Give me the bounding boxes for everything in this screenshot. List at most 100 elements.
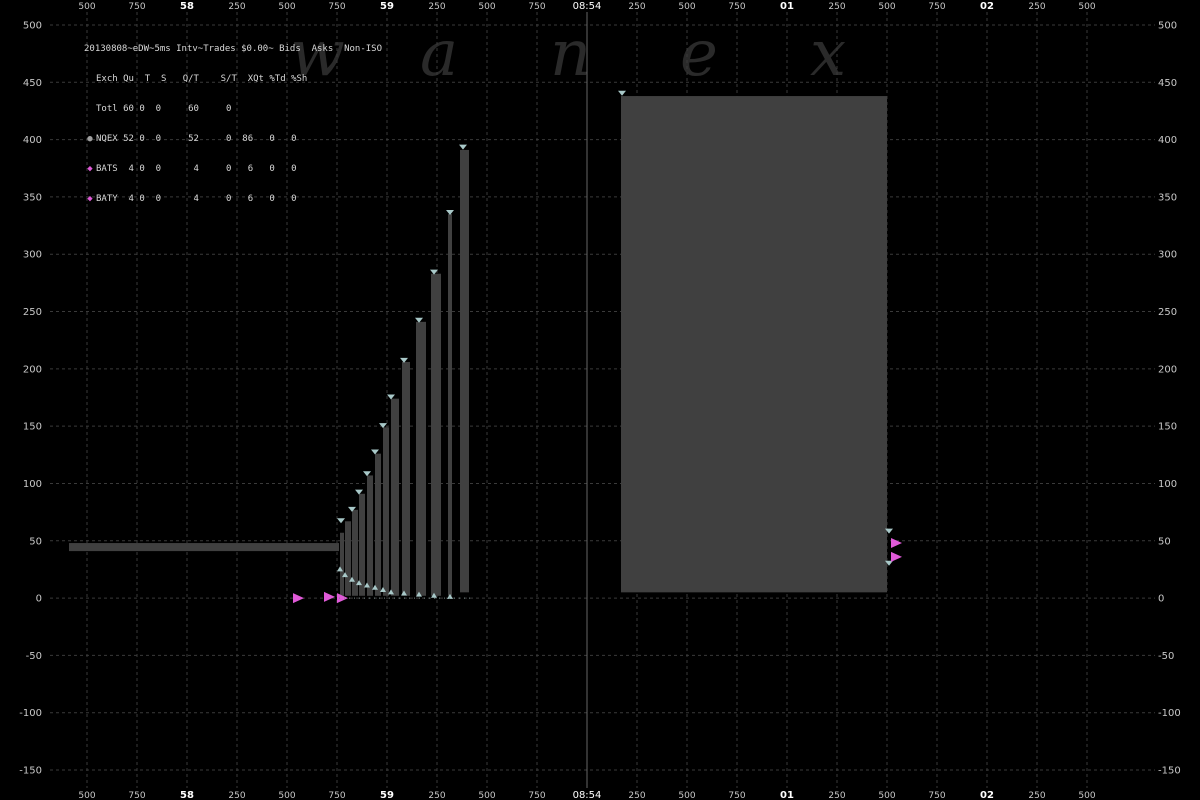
bats-marker <box>324 591 335 602</box>
legend-row-nqex: ● NQEX 52 0 0 52 0 86 0 0 <box>84 134 382 144</box>
y-tick-label: 100 <box>23 479 42 490</box>
x-tick-label: 750 <box>928 2 945 12</box>
y-axis-left: 500450400350300250200150100500-50-100-15… <box>19 21 42 777</box>
legend-row-text: Totl 60 0 0 60 0 <box>96 104 232 114</box>
legend-row-totl: Totl 60 0 0 60 0 <box>84 104 382 114</box>
x-tick-label: 750 <box>928 791 945 800</box>
x-tick-label: 500 <box>278 791 295 800</box>
diamond-icon: ◆ <box>87 164 93 174</box>
bar <box>448 214 452 596</box>
x-tick-label: 750 <box>528 2 545 12</box>
y-tick-label: 200 <box>23 364 42 375</box>
y-tick-label: 400 <box>1158 135 1177 146</box>
x-tick-label: 500 <box>78 791 95 800</box>
x-tick-label: 250 <box>628 2 645 12</box>
bar <box>383 427 389 596</box>
y-tick-label: 250 <box>1158 307 1177 318</box>
x-tick-label: 02 <box>980 790 994 800</box>
x-tick-label: 250 <box>828 2 845 12</box>
x-tick-label: 500 <box>478 791 495 800</box>
y-tick-label: 450 <box>1158 78 1177 89</box>
x-tick-label: 250 <box>228 2 245 12</box>
x-tick-label: 58 <box>180 790 194 800</box>
watermark-letter: a <box>420 17 458 91</box>
bats-marker <box>293 593 304 604</box>
legend-row-text: BATS 4 0 0 4 0 6 0 0 <box>96 164 297 174</box>
y-tick-label: 100 <box>1158 479 1177 490</box>
legend-row-bats: ◆ BATS 4 0 0 4 0 6 0 0 <box>84 164 382 174</box>
bar <box>416 321 426 596</box>
x-tick-label: 250 <box>228 791 245 800</box>
x-axis-bottom: 500 750 58 250 500 750 59 250 500 750 08:54 250 500 7… <box>78 790 1095 800</box>
ask-marker <box>446 209 454 215</box>
ask-marker <box>337 518 345 524</box>
y-tick-label: 0 <box>36 594 42 605</box>
x-tick-label: 500 <box>1078 2 1095 12</box>
y-tick-label: 50 <box>1158 536 1171 547</box>
x-tick-label: 250 <box>828 791 845 800</box>
ask-marker <box>618 90 626 96</box>
x-tick-label: 750 <box>328 2 345 12</box>
x-tick-label: 59 <box>380 790 394 800</box>
x-tick-label: 58 <box>180 1 194 12</box>
x-tick-label: 01 <box>780 790 794 800</box>
y-tick-label: 500 <box>23 21 42 32</box>
x-axis-top: 500 750 58 250 500 750 59 250 500 750 08:54 250 500 7… <box>78 1 1095 12</box>
x-tick-label: 500 <box>478 2 495 12</box>
x-tick-label: 250 <box>628 791 645 800</box>
y-tick-label: -50 <box>1158 651 1174 662</box>
bar <box>391 398 399 596</box>
bar <box>402 361 410 596</box>
x-tick-label: 500 <box>878 791 895 800</box>
diamond-icon: ◆ <box>87 194 93 204</box>
y-tick-label: 150 <box>1158 422 1177 433</box>
y-tick-label: -50 <box>26 651 42 662</box>
bar <box>367 475 373 596</box>
bar <box>345 521 351 596</box>
x-tick-label: 02 <box>980 1 994 12</box>
bar <box>359 493 365 596</box>
legend-title: 20130808~eDW~5ms Intv~Trades $0.00~ Bids… <box>84 44 383 54</box>
y-tick-label: -100 <box>19 708 42 719</box>
ask-marker <box>459 144 467 150</box>
x-tick-label: 500 <box>678 2 695 12</box>
legend-row-text: BATY 4 0 0 4 0 6 0 0 <box>96 194 297 204</box>
y-tick-label: 250 <box>23 307 42 318</box>
legend-header: Exch Qu T S Q/T S/T XQt %Td %Sh <box>84 74 382 84</box>
bats-marker <box>891 538 902 549</box>
legend: 20130808~eDW~5ms Intv~Trades $0.00~ Bids… <box>84 24 382 214</box>
legend-header-text: Exch Qu T S Q/T S/T XQt %Td %Sh <box>96 74 308 84</box>
x-tick-label: 01 <box>780 1 794 12</box>
y-tick-label: 350 <box>23 192 42 203</box>
y-tick-label: 200 <box>1158 364 1177 375</box>
bar <box>352 509 358 596</box>
y-tick-label: 450 <box>23 78 42 89</box>
x-tick-label: 750 <box>128 2 145 12</box>
bar <box>460 149 469 593</box>
x-tick-label: 500 <box>78 2 95 12</box>
x-tick-label: 500 <box>878 2 895 12</box>
x-tick-label: 59 <box>380 1 394 12</box>
y-tick-label: -100 <box>1158 708 1181 719</box>
legend-row-baty: ◆ BATY 4 0 0 4 0 6 0 0 <box>84 194 382 204</box>
y-tick-label: 350 <box>1158 192 1177 203</box>
legend-row-text: NQEX 52 0 0 52 0 86 0 0 <box>96 134 297 144</box>
x-tick-label: 08:54 <box>573 790 602 800</box>
bar <box>621 96 887 593</box>
x-tick-label: 500 <box>278 2 295 12</box>
bar <box>69 543 339 552</box>
x-tick-label: 250 <box>1028 2 1045 12</box>
y-tick-label: 150 <box>23 422 42 433</box>
watermark-letter: x <box>810 17 846 91</box>
x-tick-label: 750 <box>728 2 745 12</box>
x-tick-label: 250 <box>1028 791 1045 800</box>
x-tick-label: 250 <box>428 2 445 12</box>
y-tick-label: 300 <box>1158 250 1177 261</box>
bar <box>431 273 441 596</box>
y-tick-label: 400 <box>23 135 42 146</box>
bats-marker <box>891 551 902 562</box>
x-tick-label: 750 <box>128 791 145 800</box>
x-tick-label: 750 <box>728 791 745 800</box>
y-tick-label: -150 <box>1158 766 1181 777</box>
watermark-letter: n <box>550 17 591 91</box>
